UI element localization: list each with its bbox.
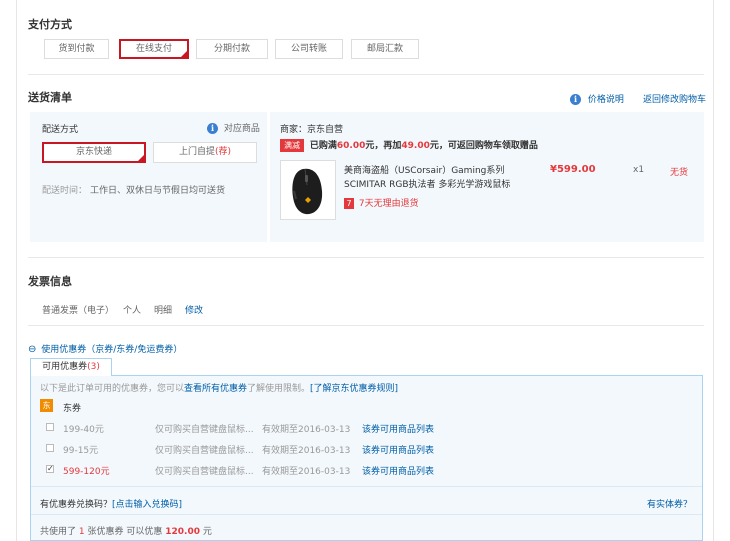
divider [28,74,704,75]
physical-coupon-link[interactable]: 有实体券？ [647,497,692,510]
invoice-modify-link[interactable]: 修改 [185,303,203,316]
divider [31,486,702,487]
payment-title: 支付方式 [28,18,72,31]
coupon-goods-link[interactable]: 该券可用商品列表 [362,422,434,435]
merchant-info: 商家：京东自营 [280,125,344,135]
coupon-expiry: 有效期至2016-03-13 [262,467,351,477]
back-to-cart-link[interactable]: 返回修改购物车 [643,92,706,105]
coupon-desc: 仅可购买自营键盘鼠标... [155,467,254,477]
invoice-holder: 个人 [123,306,142,316]
product-qty: x1 [633,165,645,175]
coupon-checkbox-checked[interactable]: ✓ [46,465,54,473]
enter-exchange-code-link[interactable]: [点击输入兑换码] [112,500,182,510]
payment-option-online[interactable]: 在线支付 [119,39,189,59]
divider [28,325,704,326]
product-name-line2[interactable]: SCIMITAR RGB执法者 多彩光学游戏鼠标 [344,177,510,190]
exchange-code-row: 有优惠券兑换码？[点击输入兑换码] [40,500,183,510]
return-policy: 7 7天无理由退货 [344,196,419,209]
coupon-expiry: 有效期至2016-03-13 [262,425,351,435]
coupon-goods-link[interactable]: 该券可用商品列表 [362,464,434,477]
coupon-name: 99-15元 [63,446,99,456]
dong-coupon-label: 东券 [63,404,82,414]
pickup-badge: 荐 [218,147,228,157]
delivery-time-label: 配送时间： [42,186,88,196]
price-note-link[interactable]: i 价格说明 [570,92,624,105]
coupon-goods-link[interactable]: 该券可用商品列表 [362,443,434,456]
return-badge-icon: 7 [344,198,354,209]
coupon-toggle[interactable]: ⊖ 使用优惠券（京券/东券/免运费券） [28,342,182,355]
view-all-coupons-link[interactable]: 查看所有优惠券 [184,384,247,394]
product-price: ¥599.00 [550,164,596,175]
payment-option-company-transfer[interactable]: 公司转账 [275,39,343,59]
shipping-method-label: 配送方式 [42,125,79,135]
info-icon: i [570,94,581,105]
payment-option-installment[interactable]: 分期付款 [196,39,268,59]
invoice-title: 发票信息 [28,275,72,288]
promo-row: 满减 已购满60.00元，再加49.00元，可返回购物车领取赠品 [280,138,538,152]
mouse-icon [292,168,323,215]
coupon-desc: 仅可购买自营键盘鼠标... [155,446,254,456]
delivery-title: 送货清单 [28,91,72,104]
payment-option-postal[interactable]: 邮局汇款 [351,39,419,59]
coupon-name: 199-40元 [63,425,104,435]
product-image[interactable] [280,160,336,220]
payment-option-cod[interactable]: 货到付款 [44,39,109,59]
info-icon: i [207,123,218,134]
coupon-checkbox[interactable] [46,444,54,452]
tab-available-coupons[interactable]: 可用优惠券(3) [30,358,112,376]
invoice-type: 普通发票（电子） [42,306,115,316]
coupon-panel [30,375,703,541]
divider [31,514,702,515]
promo-tag: 满减 [280,139,304,152]
shipping-option-pickup[interactable]: 上门自提(荐) [153,142,257,163]
coupon-summary: 共使用了 1 张优惠券 可以优惠 120.00 元 [40,527,212,537]
coupon-checkbox[interactable] [46,423,54,431]
dong-coupon-badge: 东 [40,399,53,412]
coupon-notice: 以下是此订单可用的优惠券，您可以查看所有优惠券了解使用限制。[了解京东优惠券规则… [40,384,399,394]
coupon-rules-link[interactable]: [了解京东优惠券规则] [310,384,398,394]
shipping-option-jd-express[interactable]: 京东快递 [42,142,146,163]
invoice-content: 明细 [154,306,173,316]
divider [28,257,704,258]
product-name-line1[interactable]: 美商海盗船（USCorsair）Gaming系列 [344,163,504,176]
collapse-icon: ⊖ [28,344,37,355]
match-goods-link[interactable]: i 对应商品 [207,121,260,134]
delivery-time-value: 工作日、双休日与节假日均可送货 [90,186,226,196]
coupon-name: 599-120元 [63,467,110,477]
coupon-expiry: 有效期至2016-03-13 [262,446,351,456]
stock-status: 无货 [670,168,689,178]
coupon-desc: 仅可购买自营键盘鼠标... [155,425,254,435]
